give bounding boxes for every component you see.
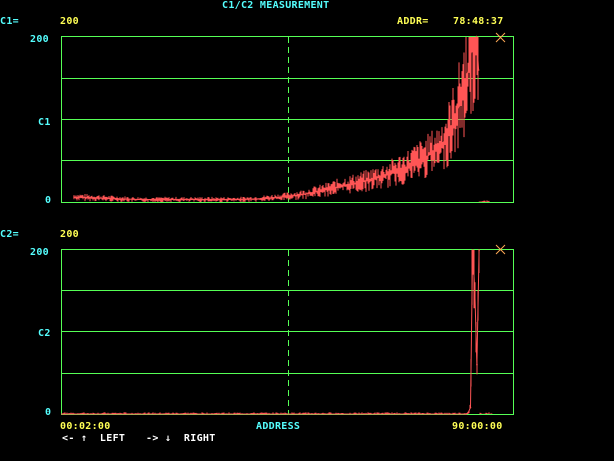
plot1-frame: [61, 36, 514, 203]
measurement-screen: C1/C2 MEASUREMENT C1= 200 ADDR= 78:48:37…: [0, 0, 614, 461]
plot1-cursor-marker: [495, 32, 506, 43]
plot1-trace-line: [73, 35, 480, 200]
plots-canvas: [61, 32, 514, 415]
plot2-frame: [61, 249, 514, 415]
